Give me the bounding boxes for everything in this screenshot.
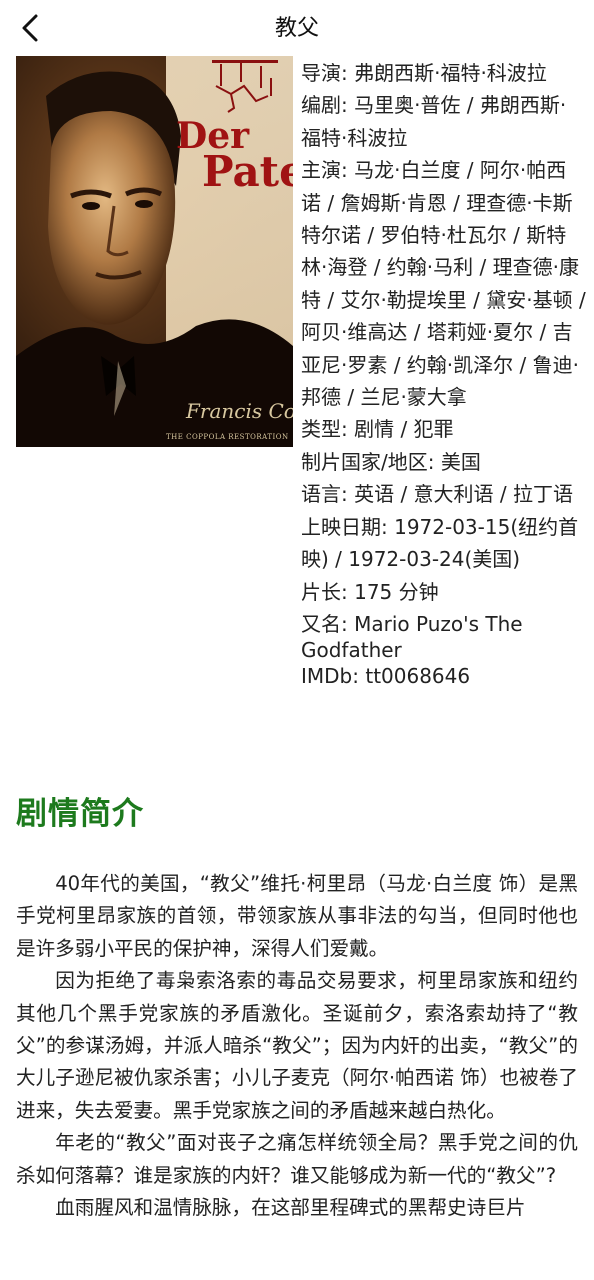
release-date-info: 上映日期: 1972-03-15(纽约首映) / 1972-03-24(美国) [301, 514, 579, 572]
genre-info: 类型: 剧情 / 犯罪 [301, 417, 454, 442]
synopsis-paragraph: 40年代的美国，“教父”维托·柯里昂（马龙·白兰度 饰）是黑手党柯里昂家族的首领… [16, 872, 578, 960]
synopsis-body: 40年代的美国，“教父”维托·柯里昂（马龙·白兰度 饰）是黑手党柯里昂家族的首领… [16, 868, 578, 1224]
poster-image: Der Pate Francis Coppola THE COPPOLA RES… [16, 56, 293, 447]
aka-info: 又名: Mario Puzo's The Godfather [301, 611, 523, 662]
poster-signature: Francis Coppola [185, 399, 293, 423]
synopsis-paragraph: 因为拒绝了毒枭索洛索的毒品交易要求，柯里昂家族和纽约其他几个黑手党家族的矛盾激化… [16, 969, 578, 1122]
country-info: 制片国家/地区: 美国 [301, 449, 481, 474]
runtime-info: 片长: 175 分钟 [301, 579, 439, 604]
poster-subtitle: THE COPPOLA RESTORATION [166, 433, 289, 441]
top-app-bar: 教父 [0, 0, 594, 56]
page-title: 教父 [274, 16, 319, 41]
language-info: 语言: 英语 / 意大利语 / 拉丁语 [301, 482, 574, 507]
cast-info: 主演: 马龙·白兰度 / 阿尔·帕西诺 / 詹姆斯·肯恩 / 理查德·卡斯特尔诺… [301, 158, 586, 410]
synopsis-paragraph: 年老的“教父”面对丧子之痛怎样统领全局？黑手党之间的仇杀如何落幕？谁是家族的内奸… [16, 1131, 578, 1187]
movie-poster[interactable]: Der Pate Francis Coppola THE COPPOLA RES… [16, 56, 293, 447]
imdb-info[interactable]: IMDb: tt0068646 [301, 663, 586, 689]
poster-title-pate: Pate [202, 147, 293, 196]
synopsis-paragraph: 血雨腥风和温情脉脉，在这部里程碑式的黑帮史诗巨片 [55, 1196, 526, 1220]
synopsis-heading: 剧情简介 [16, 796, 144, 832]
director-info: 导演: 弗朗西斯·福特·科波拉 [301, 61, 547, 85]
writer-info: 编剧: 马里奥·普佐 / 弗朗西斯·福特·科波拉 [301, 93, 567, 150]
movie-info: 导演: 弗朗西斯·福特·科波拉 编剧: 马里奥·普佐 / 弗朗西斯·福特·科波拉… [301, 57, 586, 689]
